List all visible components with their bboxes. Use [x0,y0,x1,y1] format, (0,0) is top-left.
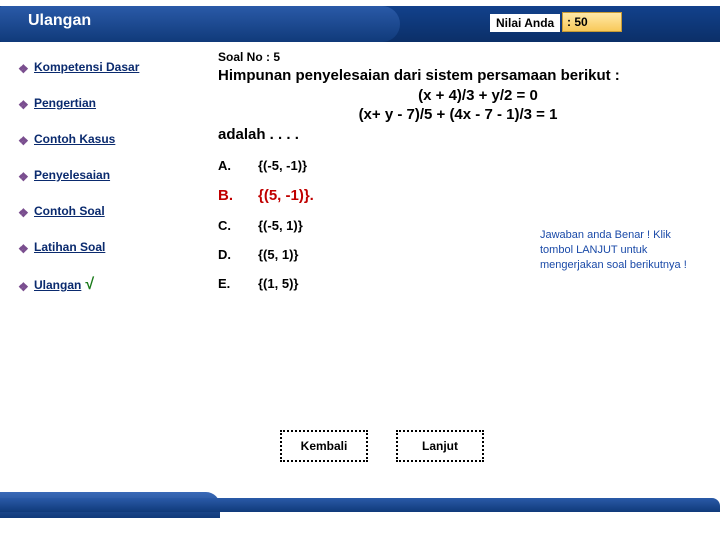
option-b[interactable]: B. {(5, -1)}. [218,187,698,204]
diamond-icon: ❖ [18,206,28,216]
sidebar-item-label: Kompetensi Dasar [34,60,139,74]
slide-root: Ulangan Nilai Anda : 50 ❖ Kompetensi Das… [0,0,720,540]
option-text: {(5, -1)}. [258,187,314,204]
score-value: : 50 [562,12,622,32]
diamond-icon: ❖ [18,170,28,180]
check-icon: √ [85,276,94,294]
score-label: Nilai Anda [490,14,560,32]
diamond-icon: ❖ [18,62,28,72]
option-letter: D. [218,247,258,262]
q-line2: (x + 4)/3 + y/2 = 0 [218,86,698,106]
option-text: {(5, 1)} [258,247,298,262]
q-line4: adalah . . . . [218,125,698,145]
sidebar-item-contoh-soal[interactable]: ❖ Contoh Soal [18,204,188,218]
back-button[interactable]: Kembali [280,430,368,462]
sidebar-item-penyelesaian[interactable]: ❖ Penyelesaian [18,168,188,182]
sidebar-item-ulangan[interactable]: ❖ Ulangan √ [18,276,188,294]
question-number: Soal No : 5 [218,50,698,64]
q-line1: Himpunan penyelesaian dari sistem persam… [218,66,698,86]
option-letter: B. [218,187,258,204]
sidebar-item-label: Penyelesaian [34,168,110,182]
option-text: {(-5, 1)} [258,218,303,233]
diamond-icon: ❖ [18,98,28,108]
sidebar-item-kompetensi[interactable]: ❖ Kompetensi Dasar [18,60,188,74]
sidebar-item-pengertian[interactable]: ❖ Pengertian [18,96,188,110]
option-text: {(-5, -1)} [258,158,307,173]
page-title: Ulangan [28,12,91,30]
sidebar-item-label: Contoh Kasus [34,132,115,146]
question-text: Himpunan penyelesaian dari sistem persam… [218,66,698,144]
sidebar: ❖ Kompetensi Dasar ❖ Pengertian ❖ Contoh… [18,60,188,316]
sidebar-item-contoh-kasus[interactable]: ❖ Contoh Kasus [18,132,188,146]
q-line3: (x+ y - 7)/5 + (4x - 7 - 1)/3 = 1 [218,105,698,125]
button-row: Kembali Lanjut [280,430,484,462]
sidebar-item-label: Contoh Soal [34,204,105,218]
next-button[interactable]: Lanjut [396,430,484,462]
footer-accent [0,498,720,512]
diamond-icon: ❖ [18,280,28,290]
sidebar-item-label: Ulangan [34,278,81,292]
diamond-icon: ❖ [18,242,28,252]
sidebar-item-label: Pengertian [34,96,96,110]
option-text: {(1, 5)} [258,276,298,291]
sidebar-item-latihan-soal[interactable]: ❖ Latihan Soal [18,240,188,254]
option-e[interactable]: E. {(1, 5)} [218,276,698,291]
option-letter: C. [218,218,258,233]
feedback-text: Jawaban anda Benar ! Klik tombol LANJUT … [540,228,690,273]
option-a[interactable]: A. {(-5, -1)} [218,158,698,173]
diamond-icon: ❖ [18,134,28,144]
option-letter: A. [218,158,258,173]
sidebar-item-label: Latihan Soal [34,240,105,254]
option-letter: E. [218,276,258,291]
